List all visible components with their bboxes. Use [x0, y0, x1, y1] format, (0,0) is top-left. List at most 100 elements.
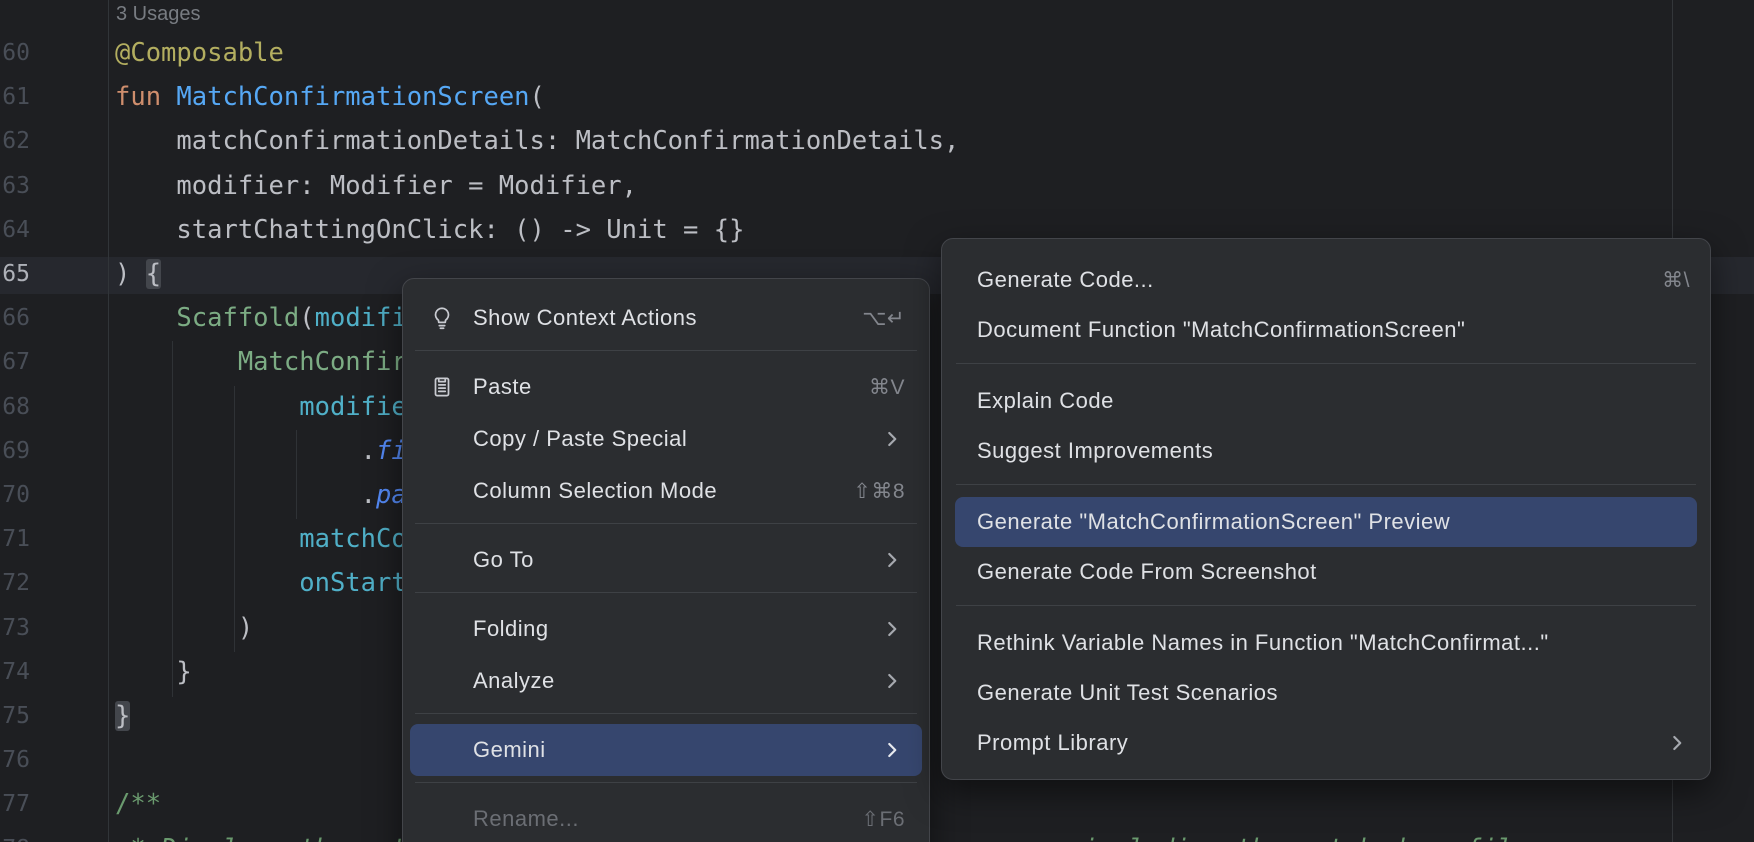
menu-item-label: Go To	[473, 547, 865, 573]
menu-separator	[956, 484, 1696, 485]
code-token: modifie	[299, 392, 406, 422]
menu-item-label: Prompt Library	[977, 730, 1650, 756]
code-line[interactable]: matchConfirmationDetails: MatchConfirmat…	[115, 119, 959, 163]
ide-editor-screen: 3 Usages 6061626364656667686970717273747…	[0, 0, 1754, 842]
menu-item-label: Gemini	[473, 737, 865, 763]
code-line[interactable]: /**	[115, 782, 161, 826]
line-number[interactable]: 78	[0, 827, 30, 842]
code-line[interactable]: }	[115, 694, 130, 738]
code-line[interactable]: onStartC	[115, 561, 422, 605]
code-line[interactable]: @Composable	[115, 31, 284, 75]
line-number[interactable]: 70	[0, 473, 30, 517]
line-number[interactable]: 75	[0, 694, 30, 738]
menu-item-copy-paste-special[interactable]: Copy / Paste Special	[403, 413, 929, 465]
line-number[interactable]: 71	[0, 517, 30, 561]
keyboard-shortcut: ⌘\	[1662, 268, 1690, 293]
code-line[interactable]: modifie	[115, 385, 407, 429]
line-number[interactable]: 69	[0, 429, 30, 473]
chevron-right-icon	[879, 426, 905, 452]
menu-item-label: Column Selection Mode	[473, 478, 835, 504]
code-token: }	[115, 657, 192, 687]
menu-item-folding[interactable]: Folding	[403, 603, 929, 655]
menu-separator	[415, 782, 917, 783]
menu-item-label: Suggest Improvements	[977, 438, 1690, 464]
code-line[interactable]: .fil	[115, 429, 422, 473]
menu-item-generate-matchconfirmationscreen-preview[interactable]: Generate "MatchConfirmationScreen" Previ…	[955, 497, 1697, 547]
menu-item-label: Generate Unit Test Scenarios	[977, 680, 1690, 706]
chevron-right-icon	[879, 616, 905, 642]
menu-separator	[956, 363, 1696, 364]
code-line[interactable]: startChattingOnClick: () -> Unit = {}	[115, 208, 744, 252]
menu-item-go-to[interactable]: Go To	[403, 534, 929, 586]
menu-item-column-selection-mode[interactable]: Column Selection Mode ⇧⌘8	[403, 465, 929, 517]
code-line[interactable]: MatchConfir	[115, 340, 407, 384]
code-line[interactable]: modifier: Modifier = Modifier,	[115, 164, 637, 208]
code-token: .	[115, 436, 376, 466]
menu-item-explain-code[interactable]: Explain Code	[942, 376, 1710, 426]
line-number[interactable]: 76	[0, 738, 30, 782]
menu-item-label: Rename...	[473, 806, 843, 832]
line-number[interactable]: 62	[0, 119, 30, 163]
keyboard-shortcut: ⌥↵	[862, 306, 905, 331]
menu-separator	[415, 592, 917, 593]
clipboard-icon	[429, 374, 473, 400]
code-line[interactable]: matchCon	[115, 517, 422, 561]
menu-separator	[415, 713, 917, 714]
line-number[interactable]: 73	[0, 606, 30, 650]
usages-inlay-hint[interactable]: 3 Usages	[116, 0, 201, 28]
menu-item-analyze[interactable]: Analyze	[403, 655, 929, 707]
line-number[interactable]: 68	[0, 385, 30, 429]
line-number[interactable]: 60	[0, 31, 30, 75]
code-token: (	[299, 303, 314, 333]
menu-item-label: Rethink Variable Names in Function "Matc…	[977, 630, 1690, 656]
gutter-border	[108, 0, 109, 842]
line-number[interactable]: 65	[0, 252, 30, 296]
code-token: .	[115, 480, 376, 510]
line-number[interactable]: 64	[0, 208, 30, 252]
code-token	[115, 524, 299, 554]
code-line[interactable]: ) {	[115, 252, 161, 296]
code-line[interactable]: }	[115, 650, 192, 694]
menu-item-label: Explain Code	[977, 388, 1690, 414]
code-token: @Composable	[115, 38, 284, 68]
code-token: {	[146, 259, 161, 289]
menu-item-gemini[interactable]: Gemini	[410, 724, 922, 776]
code-token: /**	[115, 789, 161, 819]
menu-item-generate-code[interactable]: Generate Code... ⌘\	[942, 255, 1710, 305]
line-number[interactable]: 67	[0, 340, 30, 384]
menu-item-suggest-improvements[interactable]: Suggest Improvements	[942, 426, 1710, 476]
line-number[interactable]: 77	[0, 782, 30, 826]
menu-item-generate-unit-test-scenarios[interactable]: Generate Unit Test Scenarios	[942, 668, 1710, 718]
keyboard-shortcut: ⇧⌘8	[853, 479, 905, 504]
code-line[interactable]: )	[115, 606, 253, 650]
menu-item-paste[interactable]: Paste⌘V	[403, 361, 929, 413]
line-number[interactable]: 72	[0, 561, 30, 605]
menu-item-prompt-library[interactable]: Prompt Library	[942, 718, 1710, 768]
code-token: matchConfirmationDetails: MatchConfirmat…	[115, 126, 959, 156]
code-line[interactable]: .pad	[115, 473, 422, 517]
code-line[interactable]: Scaffold(modifie	[115, 296, 422, 340]
code-token: )	[115, 259, 146, 289]
menu-item-rename[interactable]: Rename... ⇧F6	[403, 793, 929, 842]
chevron-right-icon	[879, 547, 905, 573]
menu-item-document-function-matchconfirmationscreen[interactable]: Document Function "MatchConfirmationScre…	[942, 305, 1710, 355]
code-line[interactable]: fun MatchConfirmationScreen(	[115, 75, 545, 119]
line-number[interactable]: 61	[0, 75, 30, 119]
line-number[interactable]: 74	[0, 650, 30, 694]
menu-item-show-context-actions[interactable]: Show Context Actions ⌥↵	[403, 292, 929, 344]
keyboard-shortcut: ⇧F6	[861, 807, 905, 832]
line-number[interactable]: 66	[0, 296, 30, 340]
menu-item-label: Show Context Actions	[473, 305, 844, 331]
menu-item-generate-code-from-screenshot[interactable]: Generate Code From Screenshot	[942, 547, 1710, 597]
code-token: fun	[115, 82, 176, 112]
menu-item-rethink-variable-names-in-function-matchconfirmat[interactable]: Rethink Variable Names in Function "Matc…	[942, 618, 1710, 668]
menu-item-label: Generate Code...	[977, 267, 1644, 293]
chevron-right-icon	[879, 737, 905, 763]
menu-item-label: Generate "MatchConfirmationScreen" Previ…	[977, 509, 1690, 535]
line-number[interactable]: 63	[0, 164, 30, 208]
code-token: )	[115, 613, 253, 643]
code-token: MatchConfir	[238, 347, 407, 377]
code-token	[115, 303, 176, 333]
menu-separator	[956, 605, 1696, 606]
menu-item-label: Folding	[473, 616, 865, 642]
